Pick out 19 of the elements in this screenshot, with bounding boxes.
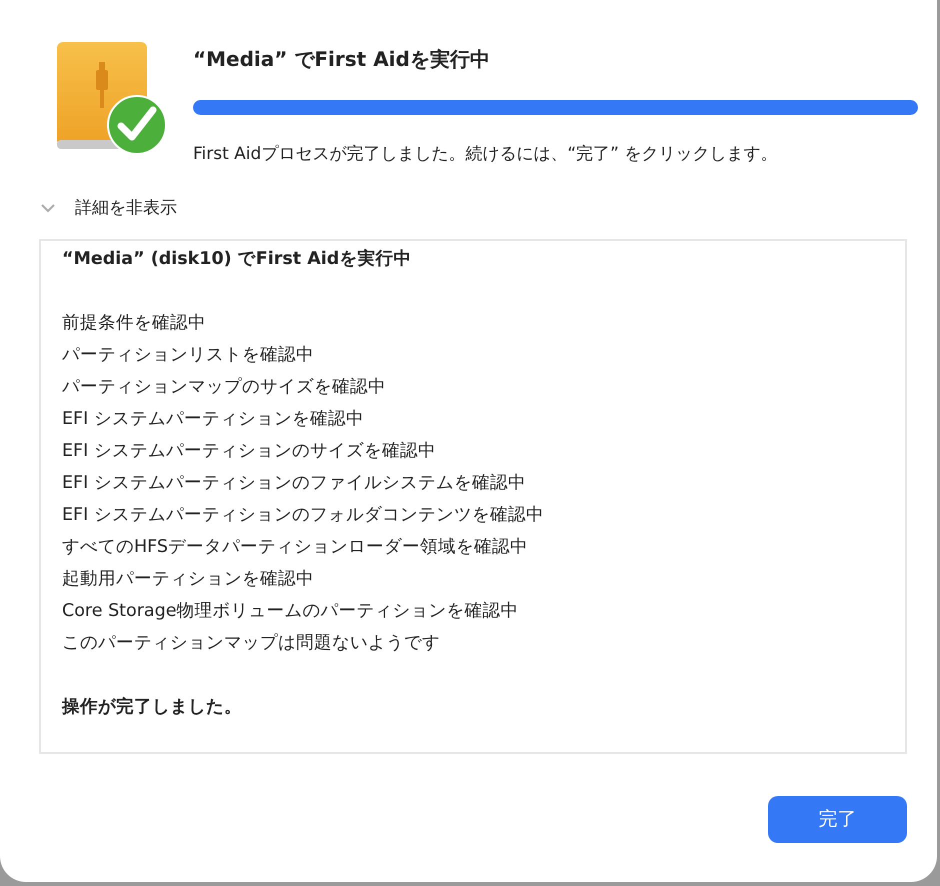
log-line: パーティションマップのサイズを確認中 xyxy=(62,376,387,399)
done-button[interactable]: 完了 xyxy=(768,796,907,843)
log-line: このパーティションマップは問題ないようです xyxy=(62,632,441,655)
log-line: 起動用パーティションを確認中 xyxy=(62,568,315,591)
log-result: 操作が完了しました。 xyxy=(62,696,243,719)
status-message: First Aidプロセスが完了しました。続けるには、“完了” をクリックします。 xyxy=(193,143,778,166)
details-toggle[interactable]: 詳細を非表示 xyxy=(40,196,177,221)
log-heading: “Media” (disk10) でFirst Aidを実行中 xyxy=(62,248,412,271)
dialog-title: “Media” でFirst Aidを実行中 xyxy=(193,46,491,73)
drive-icon xyxy=(55,40,167,156)
log-line: EFI システムパーティションのファイルシステムを確認中 xyxy=(62,472,527,495)
log-line: パーティションリストを確認中 xyxy=(62,344,315,367)
log-line: EFI システムパーティションのフォルダコンテンツを確認中 xyxy=(62,504,545,527)
log-line: Core Storage物理ボリュームのパーティションを確認中 xyxy=(62,600,520,623)
log-line: 前提条件を確認中 xyxy=(62,312,207,335)
chevron-icon xyxy=(40,203,56,214)
log-line: すべてのHFSデータパーティションローダー領域を確認中 xyxy=(62,536,530,559)
log-line: EFI システムパーティションを確認中 xyxy=(62,408,365,431)
log-line: EFI システムパーティションのサイズを確認中 xyxy=(62,440,437,463)
